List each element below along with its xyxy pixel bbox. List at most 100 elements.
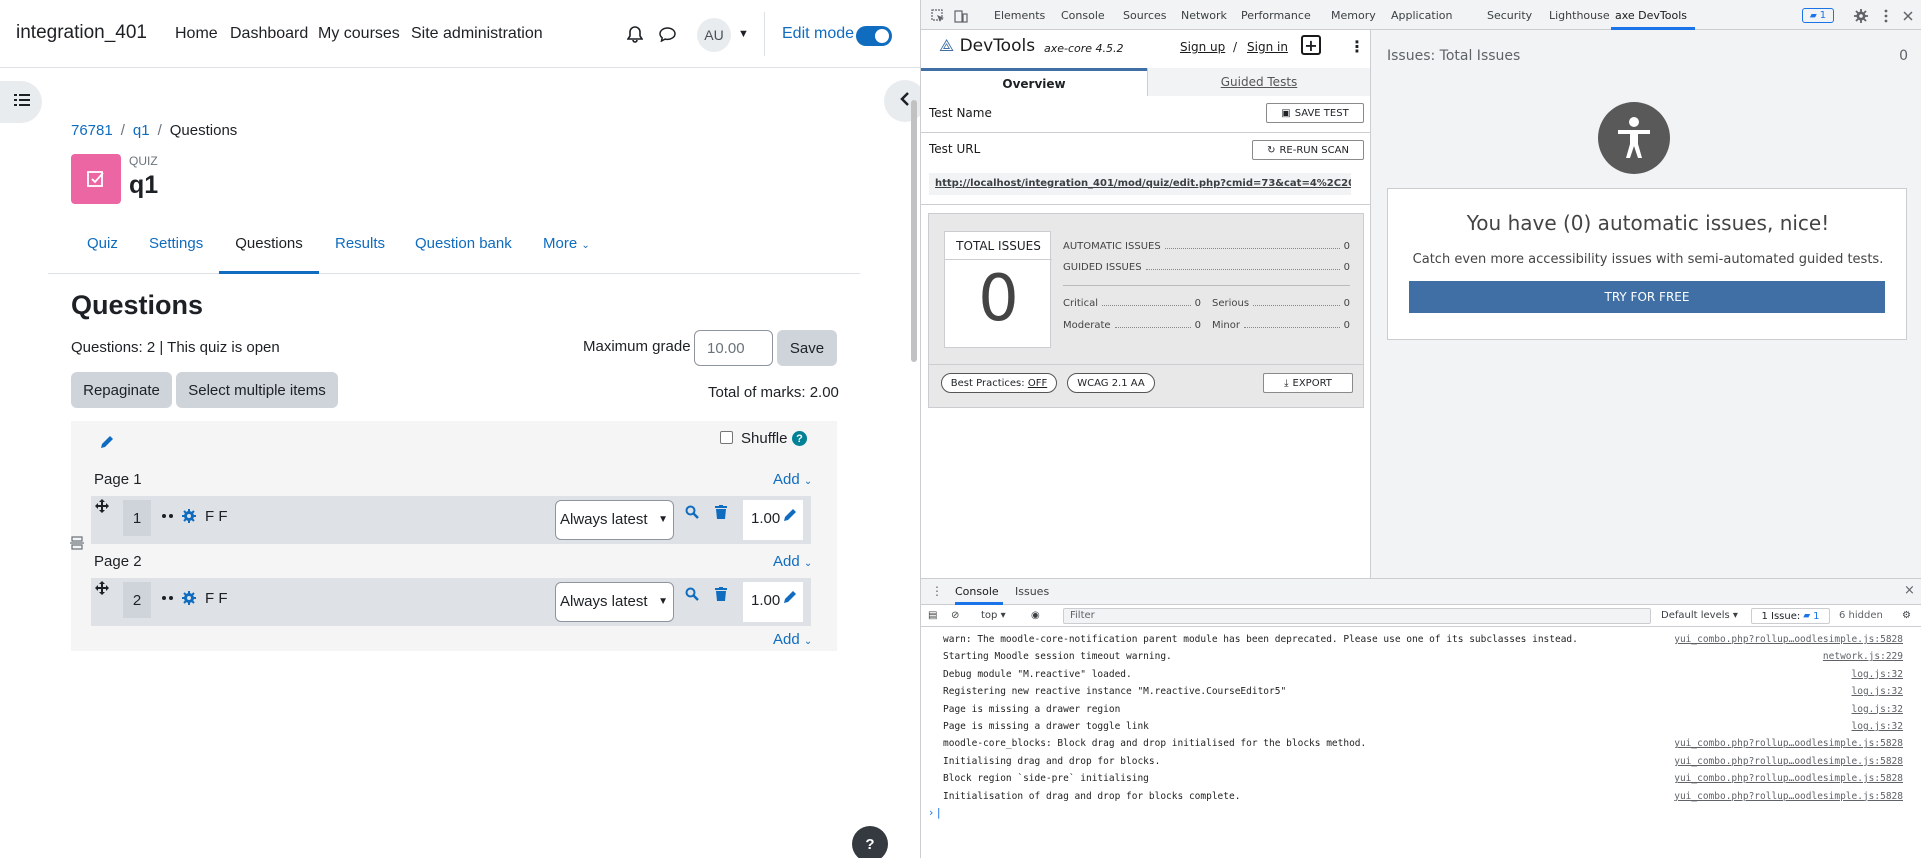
tab-more[interactable]: More ⌄ — [543, 232, 590, 274]
devtools-tab-elements[interactable]: Elements — [994, 9, 1045, 22]
console-issues-button[interactable]: 1 Issue: ▰ 1 — [1751, 608, 1830, 624]
axe-tab-overview[interactable]: Overview — [921, 68, 1147, 96]
sign-up-link[interactable]: Sign up — [1180, 40, 1225, 54]
inspect-element-icon[interactable] — [931, 8, 945, 22]
console-settings-icon[interactable]: ⚙ — [1902, 610, 1911, 621]
max-grade-input[interactable]: 10.00 — [694, 330, 773, 366]
devtools-tab-axe[interactable]: axe DevTools — [1615, 9, 1687, 22]
question-name[interactable]: F F — [205, 508, 228, 525]
nav-home[interactable]: Home — [175, 25, 218, 43]
version-select[interactable]: Always latest ▼ — [555, 500, 674, 540]
sign-in-link[interactable]: Sign in — [1247, 40, 1288, 54]
select-multiple-button[interactable]: Select multiple items — [176, 372, 338, 408]
trash-icon[interactable] — [713, 586, 729, 602]
trash-icon[interactable] — [713, 504, 729, 520]
user-avatar[interactable]: AU — [697, 18, 731, 52]
export-button[interactable]: ⤓ EXPORT — [1263, 373, 1353, 393]
axe-tab-guided-tests[interactable]: Guided Tests — [1147, 68, 1370, 96]
new-scan-icon[interactable]: + — [1301, 35, 1321, 55]
console-log-source-link[interactable]: log.js:32 — [1852, 704, 1903, 715]
critical-row[interactable]: Critical 0 — [1063, 298, 1201, 309]
close-drawer-icon[interactable]: × — [1904, 583, 1915, 598]
console-log-source-link[interactable]: network.js:229 — [1823, 651, 1903, 662]
question-name[interactable]: F F — [205, 590, 228, 607]
minor-row[interactable]: Minor 0 — [1212, 320, 1350, 331]
drawer-tab-console[interactable]: Console — [955, 585, 999, 598]
clear-console-icon[interactable]: ⊘ — [951, 610, 959, 621]
tab-question-bank[interactable]: Question bank — [415, 232, 512, 274]
device-toolbar-icon[interactable] — [954, 8, 968, 23]
site-brand[interactable]: integration_401 — [16, 22, 147, 44]
add-question-link[interactable]: Add ⌄ — [773, 471, 812, 488]
nav-dashboard[interactable]: Dashboard — [230, 25, 308, 43]
console-log-source-link[interactable]: yui_combo.php?rollup…oodlesimple.js:5828 — [1674, 756, 1903, 767]
console-filter-input[interactable]: Filter — [1063, 608, 1651, 624]
tab-questions[interactable]: Questions — [219, 232, 319, 274]
drawer-tab-issues[interactable]: Issues — [1015, 585, 1049, 598]
console-log-source-link[interactable]: yui_combo.php?rollup…oodlesimple.js:5828 — [1674, 773, 1903, 784]
console-log-source-link[interactable]: log.js:32 — [1852, 721, 1903, 732]
log-levels-dropdown[interactable]: Default levels ▾ — [1661, 610, 1738, 621]
nav-my-courses[interactable]: My courses — [318, 25, 400, 43]
devtools-tab-sources[interactable]: Sources — [1123, 9, 1167, 22]
save-test-button[interactable]: ▣ SAVE TEST — [1266, 103, 1364, 123]
version-select[interactable]: Always latest ▼ — [555, 582, 674, 622]
bell-icon[interactable] — [623, 22, 647, 46]
page-break-icon[interactable] — [70, 535, 84, 551]
gear-icon[interactable] — [181, 508, 197, 524]
devtools-tab-lighthouse[interactable]: Lighthouse — [1549, 9, 1610, 22]
move-icon[interactable] — [94, 580, 110, 596]
repaginate-button[interactable]: Repaginate — [71, 372, 172, 408]
breadcrumb-quiz[interactable]: q1 — [133, 122, 150, 139]
serious-row[interactable]: Serious 0 — [1212, 298, 1350, 309]
help-icon[interactable]: ? — [792, 431, 807, 446]
test-url-link[interactable]: http://localhost/integration_401/mod/qui… — [929, 173, 1351, 195]
console-prompt[interactable]: › | — [929, 806, 941, 819]
move-icon[interactable] — [94, 498, 110, 514]
more-options-icon[interactable] — [1879, 8, 1893, 23]
console-log-source-link[interactable]: log.js:32 — [1852, 669, 1903, 680]
try-for-free-button[interactable]: TRY FOR FREE — [1409, 281, 1885, 313]
tab-results[interactable]: Results — [335, 232, 385, 274]
drawer-menu-icon[interactable]: ⋮ — [931, 584, 943, 598]
chevron-down-icon[interactable]: ▼ — [738, 28, 749, 40]
add-question-link[interactable]: Add ⌄ — [773, 553, 812, 570]
settings-gear-icon[interactable] — [1854, 8, 1868, 23]
console-log-source-link[interactable]: yui_combo.php?rollup…oodlesimple.js:5828 — [1674, 791, 1903, 802]
issues-counter-badge[interactable]: ▰ 1 — [1802, 8, 1834, 23]
devtools-tab-application[interactable]: Application — [1391, 9, 1452, 22]
devtools-tab-memory[interactable]: Memory — [1331, 9, 1376, 22]
pencil-icon[interactable] — [100, 435, 114, 454]
open-course-index-button[interactable] — [0, 81, 42, 123]
rerun-scan-button[interactable]: ↻ RE-RUN SCAN — [1252, 140, 1364, 160]
page-scrollbar[interactable] — [911, 100, 917, 362]
add-question-link[interactable]: Add ⌄ — [773, 631, 812, 648]
preview-icon[interactable] — [684, 586, 700, 602]
pencil-icon[interactable] — [783, 590, 797, 604]
save-button[interactable]: Save — [777, 330, 837, 366]
console-log-source-link[interactable]: yui_combo.php?rollup…oodlesimple.js:5828 — [1674, 738, 1903, 749]
shuffle-checkbox[interactable] — [720, 431, 733, 444]
moderate-row[interactable]: Moderate 0 — [1063, 320, 1201, 331]
devtools-tab-security[interactable]: Security — [1487, 9, 1532, 22]
devtools-tab-console[interactable]: Console — [1061, 9, 1105, 22]
breadcrumb-course[interactable]: 76781 — [71, 122, 113, 139]
pencil-icon[interactable] — [783, 508, 797, 522]
gear-icon[interactable] — [181, 590, 197, 606]
preview-icon[interactable] — [684, 504, 700, 520]
wcag-level-selector[interactable]: WCAG 2.1 AA — [1067, 373, 1155, 393]
devtools-tab-network[interactable]: Network — [1181, 9, 1227, 22]
tab-settings[interactable]: Settings — [149, 232, 203, 274]
axe-menu-icon[interactable]: ⋮ — [1349, 37, 1365, 56]
console-log-source-link[interactable]: log.js:32 — [1852, 686, 1903, 697]
sidebar-toggle-icon[interactable]: ▤ — [928, 610, 937, 621]
devtools-tab-performance[interactable]: Performance — [1241, 9, 1311, 22]
nav-site-administration[interactable]: Site administration — [411, 25, 543, 43]
footer-help-button[interactable]: ? — [852, 826, 888, 858]
best-practices-toggle[interactable]: Best Practices: OFF — [941, 373, 1057, 393]
close-icon[interactable] — [1901, 8, 1915, 22]
context-selector[interactable]: top ▾ — [981, 610, 1006, 621]
chat-bubble-icon[interactable] — [655, 22, 679, 46]
live-expression-eye-icon[interactable]: ◉ — [1031, 610, 1040, 621]
edit-mode-toggle[interactable] — [856, 26, 892, 46]
